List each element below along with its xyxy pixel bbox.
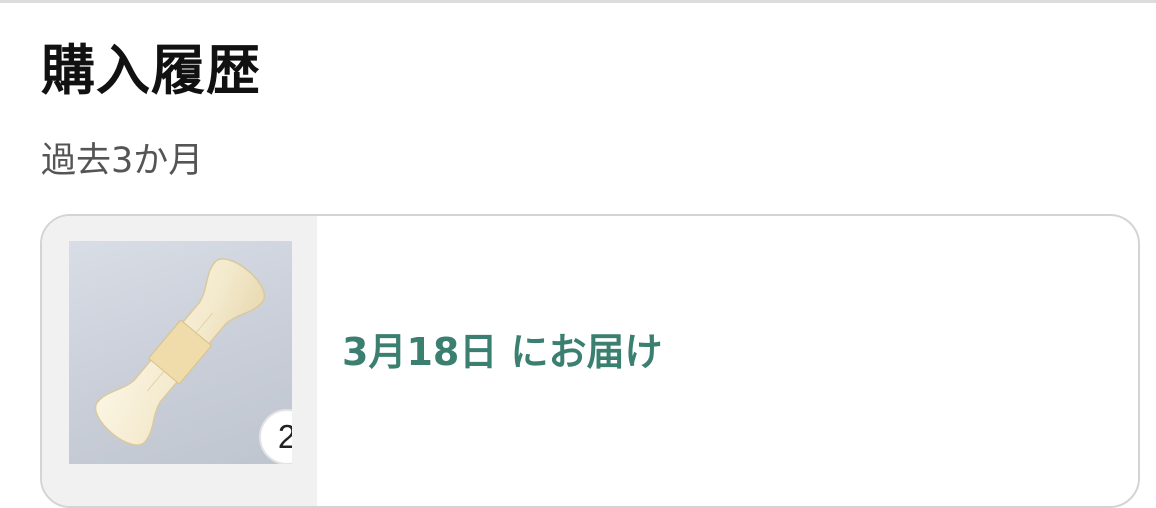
top-divider (0, 0, 1156, 3)
product-thumbnail-panel: 2 (42, 216, 317, 506)
order-card[interactable]: 2 3月18日 にお届け (40, 214, 1140, 508)
product-image[interactable]: 2 (69, 241, 292, 464)
delivery-status: 3月18日 にお届け (342, 330, 663, 374)
page-title: 購入履歴 (41, 39, 261, 102)
period-label: 過去3か月 (41, 141, 204, 181)
